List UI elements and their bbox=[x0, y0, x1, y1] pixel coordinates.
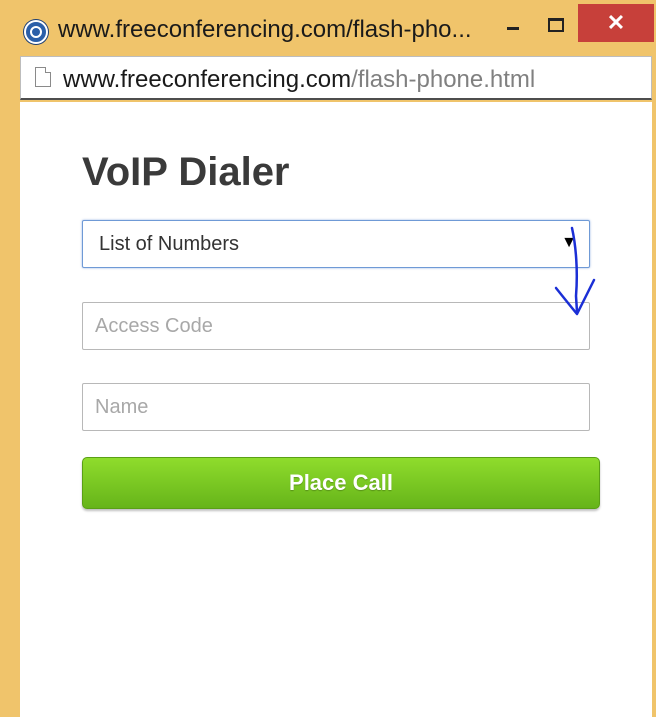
maximize-button[interactable] bbox=[540, 12, 568, 40]
conference-logo-icon bbox=[24, 20, 48, 44]
access-code-field-wrapper bbox=[82, 302, 590, 350]
url-path: /flash-phone.html bbox=[351, 66, 536, 93]
numbers-dropdown[interactable]: List of Numbers ▼ bbox=[82, 220, 590, 268]
page-content: VoIP Dialer List of Numbers ▼ Place Call bbox=[20, 102, 652, 717]
page-icon bbox=[35, 67, 51, 87]
access-code-input[interactable] bbox=[83, 303, 589, 349]
url-host: www.freeconferencing.com bbox=[63, 66, 352, 93]
name-input[interactable] bbox=[83, 384, 589, 430]
browser-popup-window: www.freeconferencing.com/flash-pho... ✕ … bbox=[0, 0, 656, 717]
address-bar[interactable]: www.freeconferencing.com/flash-phone.htm… bbox=[20, 56, 652, 100]
close-icon: ✕ bbox=[606, 10, 626, 35]
numbers-dropdown-value: List of Numbers bbox=[99, 233, 240, 255]
close-button[interactable]: ✕ bbox=[578, 4, 654, 42]
url-text: www.freeconferencing.com/flash-phone.htm… bbox=[63, 66, 535, 94]
place-call-button[interactable]: Place Call bbox=[82, 457, 600, 509]
name-field-wrapper bbox=[82, 383, 590, 431]
page-title: VoIP Dialer bbox=[82, 150, 290, 194]
title-bar[interactable]: www.freeconferencing.com/flash-pho... ✕ bbox=[0, 0, 656, 56]
minimize-button[interactable] bbox=[500, 12, 528, 40]
window-title: www.freeconferencing.com/flash-pho... bbox=[58, 16, 472, 43]
hand-drawn-arrow-icon bbox=[554, 226, 596, 316]
